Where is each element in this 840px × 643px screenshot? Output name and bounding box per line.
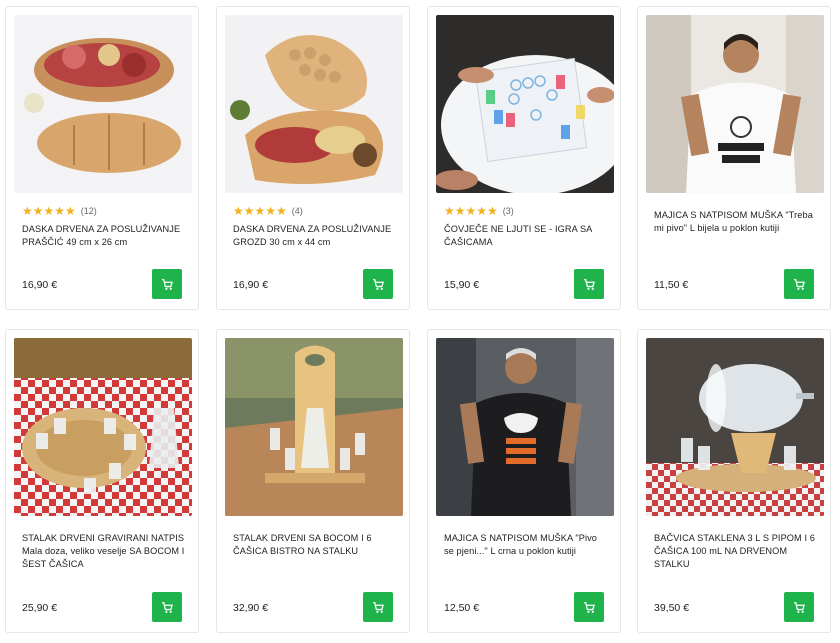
product-price: 11,50 €: [654, 279, 689, 291]
product-title[interactable]: MAJICA S NATPISOM MUŠKA "Treba mi pivo" …: [654, 209, 818, 235]
product-image[interactable]: [14, 15, 192, 193]
product-title[interactable]: DASKA DRVENA ZA POSLUŽIVANJE GROZD 30 cm…: [233, 223, 397, 249]
product-card[interactable]: ★★★★★ (4) DASKA DRVENA ZA POSLUŽIVANJE G…: [216, 6, 410, 310]
product-title[interactable]: MAJICA S NATPISOM MUŠKA "Pivo se pjeni..…: [444, 532, 608, 558]
review-count: (12): [80, 206, 97, 216]
product-card[interactable]: ★★★★★ (12) DASKA DRVENA ZA POSLUŽIVANJE …: [5, 6, 199, 310]
product-title[interactable]: STALAK DRVENI GRAVIRANI NATPIS Mala doza…: [22, 532, 186, 571]
star-rating-icon: ★★★★★: [233, 204, 287, 218]
rating: ★★★★★ (12): [22, 204, 97, 218]
product-price: 32,90 €: [233, 602, 269, 614]
product-grid: ★★★★★ (12) DASKA DRVENA ZA POSLUŽIVANJE …: [0, 0, 840, 643]
cart-icon: [161, 278, 173, 290]
cart-icon: [583, 278, 595, 290]
product-price: 12,50 €: [444, 602, 480, 614]
add-to-cart-button[interactable]: [784, 269, 814, 299]
cart-icon: [372, 601, 384, 613]
product-card[interactable]: STALAK DRVENI SA BOCOM I 6 ČAŠICA BISTRO…: [216, 329, 410, 633]
review-count: (3): [502, 206, 514, 216]
cart-icon: [793, 278, 805, 290]
product-image[interactable]: [646, 15, 824, 193]
review-count: (4): [291, 206, 303, 216]
product-card[interactable]: BAČVICA STAKLENA 3 L S PIPOM I 6 ČAŠICA …: [637, 329, 831, 633]
product-image[interactable]: [14, 338, 192, 516]
add-to-cart-button[interactable]: [363, 269, 393, 299]
product-card[interactable]: STALAK DRVENI GRAVIRANI NATPIS Mala doza…: [5, 329, 199, 633]
product-image[interactable]: [225, 338, 403, 516]
product-price: 15,90 €: [444, 279, 480, 291]
product-price: 16,90 €: [22, 279, 58, 291]
product-title[interactable]: DASKA DRVENA ZA POSLUŽIVANJE PRAŠČIĆ 49 …: [22, 223, 186, 249]
product-image[interactable]: [436, 15, 614, 193]
cart-icon: [372, 278, 384, 290]
add-to-cart-button[interactable]: [784, 592, 814, 622]
product-image[interactable]: [436, 338, 614, 516]
rating: ★★★★★ (3): [444, 204, 514, 218]
add-to-cart-button[interactable]: [152, 269, 182, 299]
product-card[interactable]: ★★★★★ (3) ČOVJEČE NE LJUTI SE - IGRA SA …: [427, 6, 621, 310]
star-rating-icon: ★★★★★: [22, 204, 76, 218]
cart-icon: [793, 601, 805, 613]
product-title[interactable]: STALAK DRVENI SA BOCOM I 6 ČAŠICA BISTRO…: [233, 532, 397, 558]
add-to-cart-button[interactable]: [363, 592, 393, 622]
product-title[interactable]: BAČVICA STAKLENA 3 L S PIPOM I 6 ČAŠICA …: [654, 532, 818, 571]
cart-icon: [583, 601, 595, 613]
add-to-cart-button[interactable]: [574, 269, 604, 299]
cart-icon: [161, 601, 173, 613]
product-image[interactable]: [646, 338, 824, 516]
product-card[interactable]: MAJICA S NATPISOM MUŠKA "Treba mi pivo" …: [637, 6, 831, 310]
product-price: 16,90 €: [233, 279, 269, 291]
product-image[interactable]: [225, 15, 403, 193]
product-price: 39,50 €: [654, 602, 690, 614]
product-price: 25,90 €: [22, 602, 58, 614]
star-rating-icon: ★★★★★: [444, 204, 498, 218]
product-title[interactable]: ČOVJEČE NE LJUTI SE - IGRA SA ČAŠICAMA: [444, 223, 608, 249]
add-to-cart-button[interactable]: [574, 592, 604, 622]
add-to-cart-button[interactable]: [152, 592, 182, 622]
product-card[interactable]: MAJICA S NATPISOM MUŠKA "Pivo se pjeni..…: [427, 329, 621, 633]
rating: ★★★★★ (4): [233, 204, 303, 218]
